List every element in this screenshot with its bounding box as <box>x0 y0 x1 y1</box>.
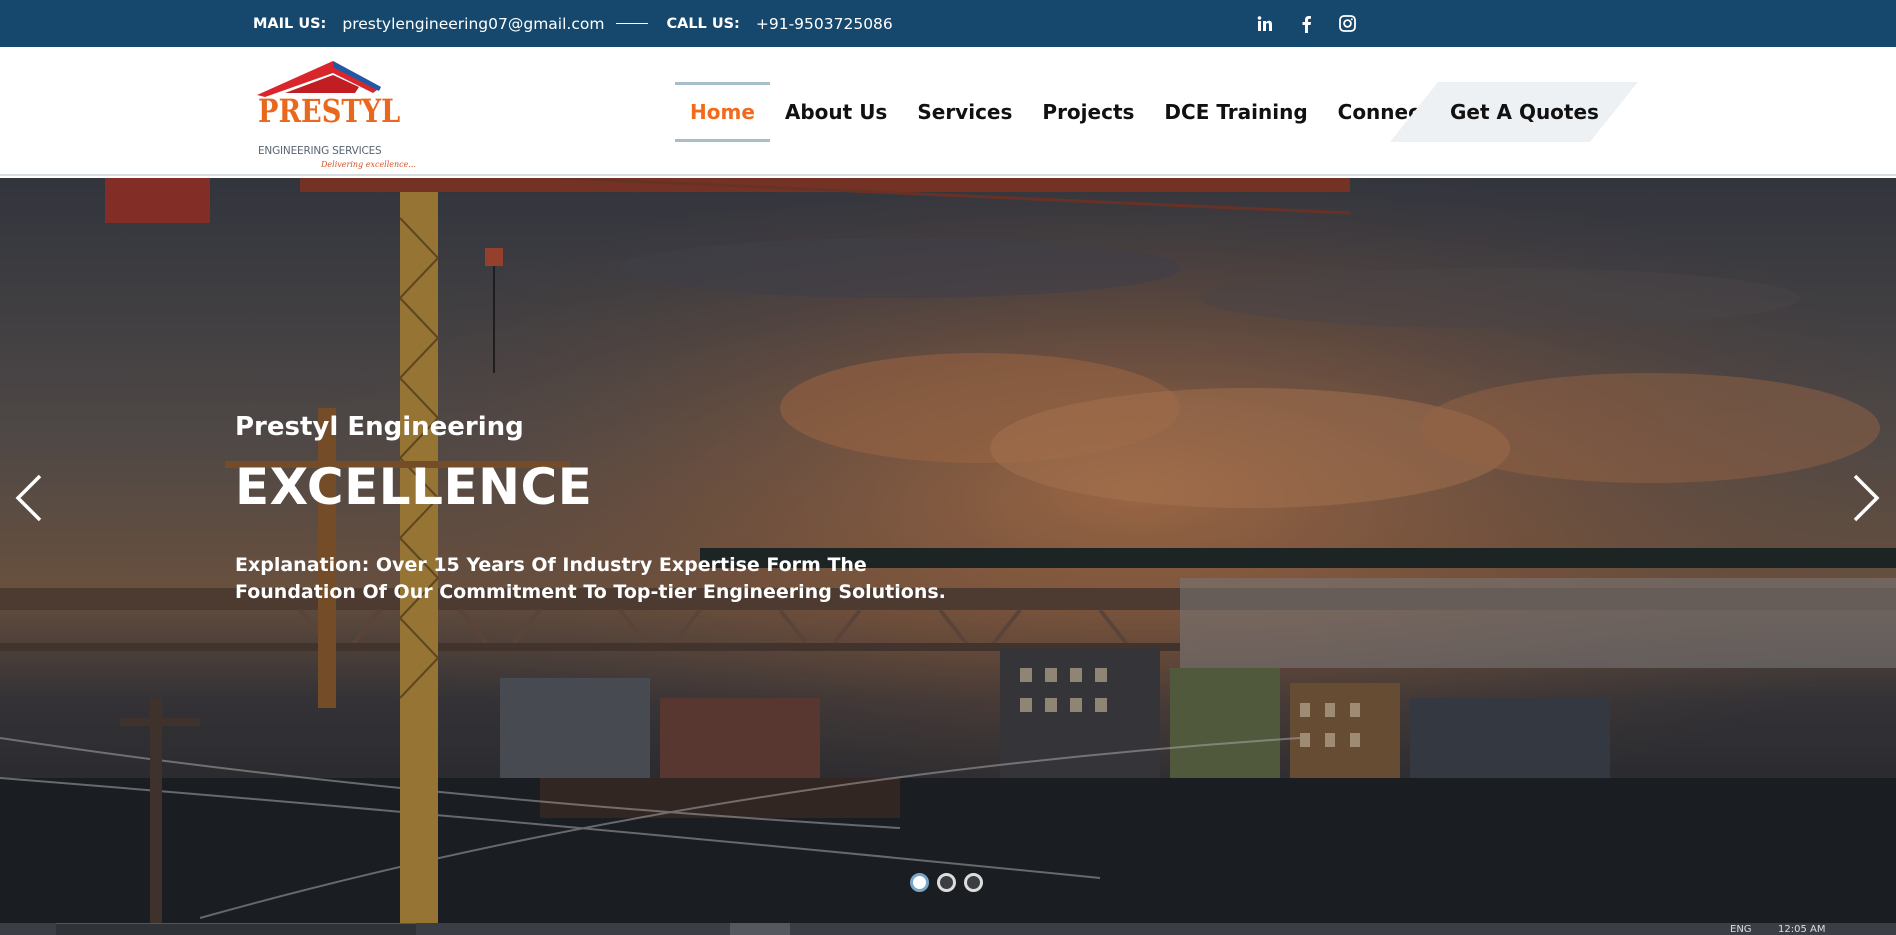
chevron-left-icon <box>15 474 42 522</box>
hero-overlay <box>0 178 1896 923</box>
get-quote-label: Get A Quotes <box>1450 100 1599 124</box>
slider-next-arrow[interactable] <box>1845 468 1885 528</box>
slider-dot-2[interactable] <box>937 873 956 892</box>
slider-prev-arrow[interactable] <box>10 468 50 528</box>
hero-title: EXCELLENCE <box>235 458 593 516</box>
phone-link[interactable]: +91-9503725086 <box>756 15 893 33</box>
site-header: PRESTYL ENGINEERING SERVICES Delivering … <box>0 47 1896 176</box>
linkedin-icon[interactable] <box>1256 15 1274 33</box>
nav-about-us[interactable]: About Us <box>770 82 902 142</box>
hero-slider: Prestyl Engineering EXCELLENCE Explanati… <box>0 178 1896 923</box>
get-quote-button[interactable]: Get A Quotes <box>1390 82 1638 142</box>
os-taskbar: ENG 12:05 AM <box>0 923 1896 935</box>
company-logo[interactable]: PRESTYL ENGINEERING SERVICES Delivering … <box>255 59 416 169</box>
taskbar-search[interactable] <box>56 923 416 935</box>
taskbar-active-app[interactable] <box>730 923 790 935</box>
logo-brand: PRESTYL <box>258 92 401 130</box>
contact-info: MAIL US: prestylengineering07@gmail.com … <box>253 0 893 47</box>
social-links <box>1256 0 1356 47</box>
main-nav: Home About Us Services Projects DCE Trai… <box>675 82 1445 142</box>
nav-dce-training[interactable]: DCE Training <box>1149 82 1322 142</box>
slider-dot-1[interactable] <box>910 873 929 892</box>
logo-tagline: Delivering excellence... <box>321 160 417 169</box>
chevron-right-icon <box>1853 474 1880 522</box>
nav-home[interactable]: Home <box>675 82 770 142</box>
hero-description: Explanation: Over 15 Years Of Industry E… <box>235 554 946 603</box>
nav-services[interactable]: Services <box>902 82 1027 142</box>
slider-pagination <box>910 873 983 892</box>
taskbar-clock[interactable]: 12:05 AM <box>1778 924 1825 935</box>
instagram-icon[interactable] <box>1338 15 1356 33</box>
divider <box>616 23 649 24</box>
hero-eyebrow: Prestyl Engineering <box>235 412 524 442</box>
facebook-icon[interactable] <box>1297 15 1315 33</box>
logo-subtitle: ENGINEERING SERVICES <box>258 145 382 157</box>
top-contact-bar: MAIL US: prestylengineering07@gmail.com … <box>0 0 1896 47</box>
mail-label: MAIL US: <box>253 15 327 32</box>
slider-dot-3[interactable] <box>964 873 983 892</box>
taskbar-language[interactable]: ENG <box>1730 924 1752 935</box>
nav-projects[interactable]: Projects <box>1027 82 1149 142</box>
call-label: CALL US: <box>666 15 740 32</box>
mail-link[interactable]: prestylengineering07@gmail.com <box>342 15 604 33</box>
